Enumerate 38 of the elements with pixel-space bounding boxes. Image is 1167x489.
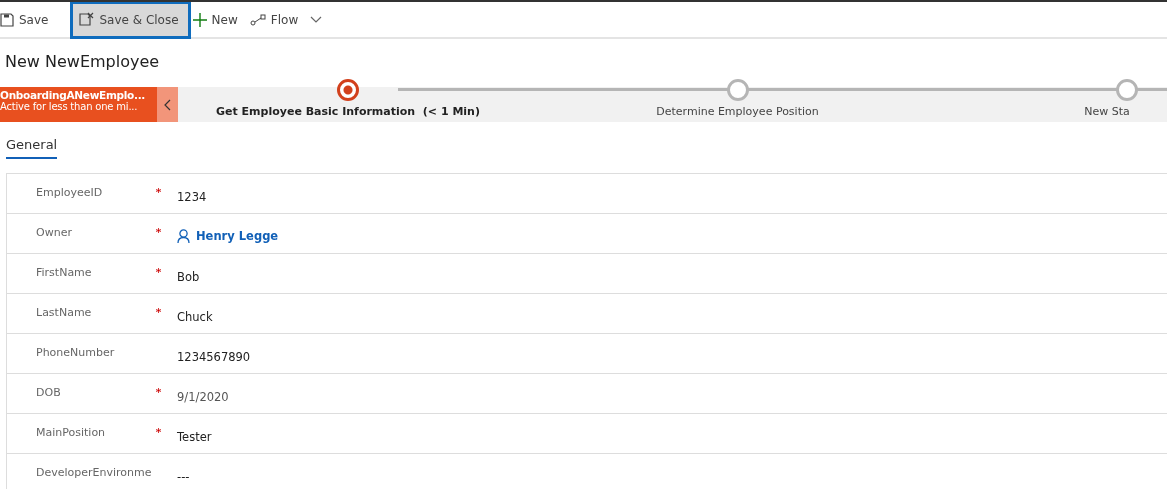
date-field[interactable]: 9/1/2020 bbox=[177, 385, 229, 404]
field-label: Owner bbox=[36, 225, 73, 241]
stage-marker[interactable] bbox=[337, 79, 359, 101]
stage-label[interactable]: Get Employee Basic Information (< 1 Min) bbox=[216, 105, 480, 118]
process-status: Active for less than one mi... bbox=[0, 101, 138, 112]
stage-marker[interactable] bbox=[726, 79, 749, 101]
form-title: New NewEmployee bbox=[4, 51, 161, 73]
flow-icon bbox=[249, 13, 266, 26]
owner-link[interactable]: Henry Legge bbox=[196, 229, 279, 243]
field-label: FirstName bbox=[36, 265, 93, 281]
stage-marker[interactable] bbox=[1116, 79, 1138, 101]
field-label: DOB bbox=[36, 385, 62, 401]
field-value[interactable]: --- bbox=[177, 465, 190, 484]
process-flag[interactable]: OnboardingANewEmplo... Active for less than one mi... bbox=[0, 87, 157, 122]
toolbar-button[interactable]: Save bbox=[0, 3, 59, 36]
chevron-left-icon[interactable] bbox=[163, 98, 172, 111]
toolbar-button[interactable]: Save & Close bbox=[70, 2, 191, 39]
field-label: DeveloperEnvironme bbox=[36, 465, 153, 481]
field-label: PhoneNumber bbox=[36, 345, 116, 361]
field-value[interactable]: 1234567890 bbox=[177, 345, 251, 364]
tab[interactable]: General bbox=[6, 136, 58, 159]
field-value[interactable]: Chuck bbox=[177, 305, 213, 324]
stage-label[interactable]: Determine Employee Position bbox=[656, 105, 819, 118]
chevron-down-icon[interactable] bbox=[310, 15, 323, 24]
save-icon bbox=[0, 12, 14, 27]
save-close-icon bbox=[78, 11, 95, 28]
field-value[interactable]: 1234 bbox=[177, 185, 207, 204]
plus-icon bbox=[192, 12, 207, 27]
field-label: LastName bbox=[36, 305, 93, 321]
stage-label[interactable]: New Sta bbox=[1084, 105, 1130, 118]
field-label: EmployeeID bbox=[36, 185, 104, 201]
field-value[interactable]: Bob bbox=[177, 265, 200, 284]
person-icon bbox=[177, 229, 190, 243]
toolbar-button[interactable]: Flow bbox=[249, 3, 309, 36]
process-name: OnboardingANewEmplo... bbox=[0, 89, 147, 101]
toolbar-button[interactable]: New bbox=[192, 3, 248, 36]
field-value[interactable]: Tester bbox=[177, 425, 212, 444]
field-label: MainPosition bbox=[36, 425, 107, 441]
